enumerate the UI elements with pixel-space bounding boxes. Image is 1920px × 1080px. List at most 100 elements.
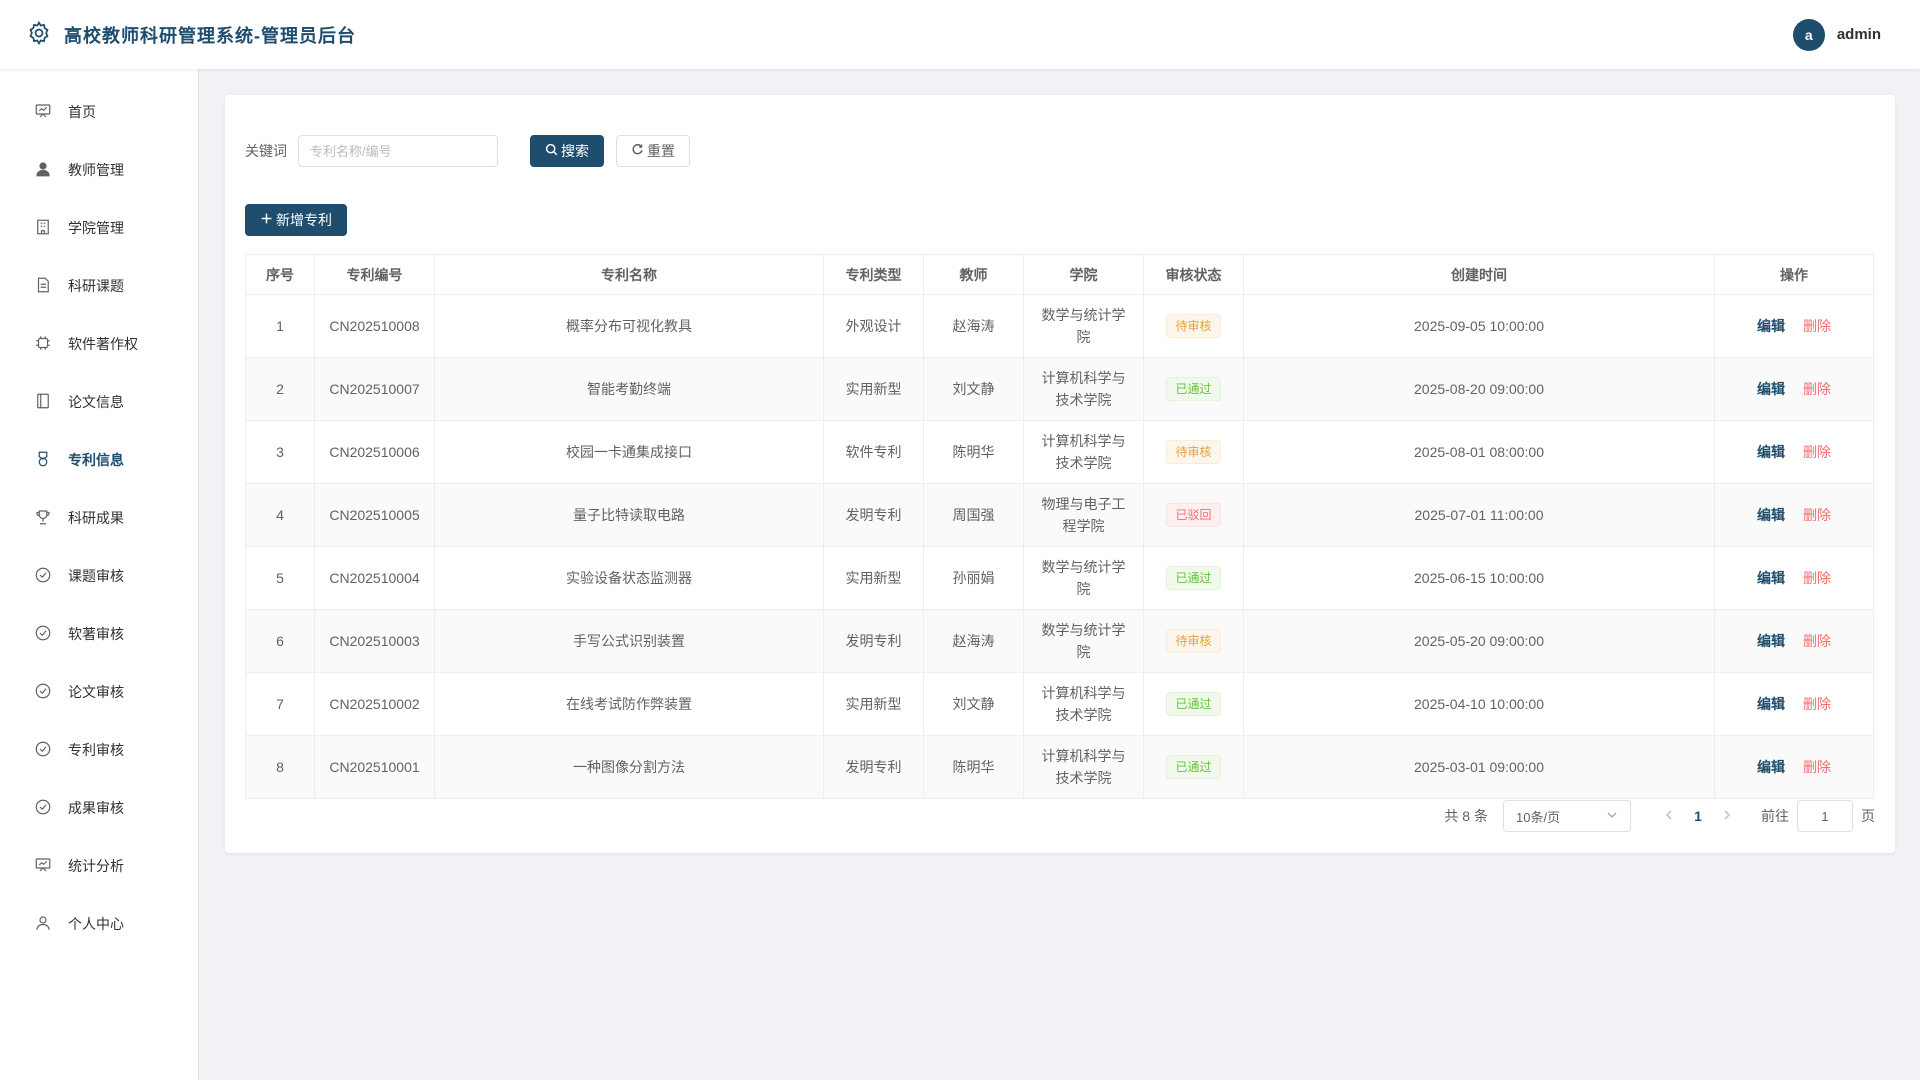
delete-button[interactable]: 删除 [1803,633,1831,649]
cell-created: 2025-09-05 10:00:00 [1243,294,1715,358]
goto-page-input[interactable] [1797,800,1853,832]
column-header-code: 专利编号 [314,254,435,295]
sidebar-item-statistics[interactable]: 统计分析 [0,837,198,895]
sidebar-item-achievements[interactable]: 科研成果 [0,489,198,547]
cell-created: 2025-07-01 11:00:00 [1243,483,1715,547]
cell-index: 2 [245,357,315,421]
college-text: 数学与统计学院 [1041,307,1126,345]
delete-button[interactable]: 删除 [1803,570,1831,586]
cell-actions: 编辑 删除 [1714,735,1874,799]
cell-created: 2025-06-15 10:00:00 [1243,546,1715,610]
cell-teacher: 刘文静 [923,357,1024,421]
sidebar-item-patent-review[interactable]: 专利审核 [0,721,198,779]
sidebar-item-teachers[interactable]: 教师管理 [0,141,198,199]
notebook-icon [34,392,52,413]
cell-college: 数学与统计学院 [1023,546,1144,610]
edit-button[interactable]: 编辑 [1757,444,1785,460]
sidebar-item-paper-review[interactable]: 论文审核 [0,663,198,721]
cell-created: 2025-08-01 08:00:00 [1243,420,1715,484]
edit-button[interactable]: 编辑 [1757,696,1785,712]
sidebar-item-papers[interactable]: 论文信息 [0,373,198,431]
document-icon [34,276,52,297]
refresh-icon [631,143,644,159]
sidebar-item-achievement-review[interactable]: 成果审核 [0,779,198,837]
college-text: 计算机科学与技术学院 [1041,370,1126,408]
cell-type: 外观设计 [823,294,924,358]
sidebar-item-patents[interactable]: 专利信息 [0,431,198,489]
delete-button[interactable]: 删除 [1803,318,1831,334]
status-badge: 待审核 [1166,314,1221,338]
page-number-current[interactable]: 1 [1683,808,1713,824]
sidebar-item-software-review[interactable]: 软著审核 [0,605,198,663]
status-badge: 已通过 [1166,566,1221,590]
delete-button[interactable]: 删除 [1803,381,1831,397]
delete-button[interactable]: 删除 [1803,507,1831,523]
add-patent-button[interactable]: 新增专利 [245,204,347,236]
sidebar-item-project-review[interactable]: 课题审核 [0,547,198,605]
sidebar-item-profile[interactable]: 个人中心 [0,895,198,953]
edit-button[interactable]: 编辑 [1757,759,1785,775]
prev-page-button[interactable] [1655,808,1683,824]
college-text: 计算机科学与技术学院 [1041,748,1126,786]
presentation-icon [34,856,52,877]
delete-button[interactable]: 删除 [1803,696,1831,712]
user-menu[interactable]: a admin [1792,18,1881,51]
top-bar: 高校教师科研管理系统-管理员后台 a admin [0,0,1920,69]
table-row: 5 CN202510004 实验设备状态监测器 实用新型 孙丽娟 数学与统计学院 已通过 20… [245,546,1874,610]
circle-check-icon [34,740,52,761]
cell-actions: 编辑 删除 [1714,294,1874,358]
college-text: 计算机科学与技术学院 [1041,433,1126,471]
next-page-button[interactable] [1713,808,1741,824]
edit-button[interactable]: 编辑 [1757,381,1785,397]
cell-teacher: 陈明华 [923,420,1024,484]
table-row: 6 CN202510003 手写公式识别装置 发明专利 赵海涛 数学与统计学院 待审核 202… [245,609,1874,673]
circle-check-icon [34,682,52,703]
medal-icon [34,450,52,471]
reset-button[interactable]: 重置 [616,135,690,167]
username[interactable]: admin [1837,26,1881,43]
cell-name: 智能考勤终端 [434,357,824,421]
sidebar-item-label: 成果审核 [68,800,124,816]
edit-button[interactable]: 编辑 [1757,507,1785,523]
edit-button[interactable]: 编辑 [1757,318,1785,334]
reset-button-label: 重置 [647,143,675,159]
sidebar-item-projects[interactable]: 科研课题 [0,257,198,315]
sidebar-item-colleges[interactable]: 学院管理 [0,199,198,257]
delete-button[interactable]: 删除 [1803,444,1831,460]
cell-index: 3 [245,420,315,484]
cell-college: 计算机科学与技术学院 [1023,672,1144,736]
status-badge: 已通过 [1166,377,1221,401]
search-button[interactable]: 搜索 [530,135,604,167]
cell-teacher: 赵海涛 [923,294,1024,358]
avatar[interactable]: a [1792,18,1825,51]
column-header-status: 审核状态 [1143,254,1244,295]
sidebar-item-label: 科研成果 [68,510,124,526]
sidebar-item-label: 专利审核 [68,742,124,758]
chevron-right-icon [1721,808,1733,824]
add-patent-label: 新增专利 [276,212,332,228]
search-bar: 关键词 搜索 重置 [245,135,1875,167]
sidebar-item-software-copyright[interactable]: 软件著作权 [0,315,198,373]
cell-status: 待审核 [1143,609,1244,673]
cell-code: CN202510002 [314,672,435,736]
column-header-teacher: 教师 [923,254,1024,295]
sidebar-item-home[interactable]: 首页 [0,83,198,141]
status-badge: 已驳回 [1166,503,1221,527]
table-row: 4 CN202510005 量子比特读取电路 发明专利 周国强 物理与电子工程学院 已驳回 2… [245,483,1874,547]
cell-index: 7 [245,672,315,736]
cell-college: 数学与统计学院 [1023,294,1144,358]
page-size-select[interactable]: 10条/页 [1503,800,1631,832]
table-row: 2 CN202510007 智能考勤终端 实用新型 刘文静 计算机科学与技术学院 已通过 20… [245,357,1874,421]
cell-type: 实用新型 [823,546,924,610]
cell-index: 6 [245,609,315,673]
delete-button[interactable]: 删除 [1803,759,1831,775]
cell-name: 在线考试防作弊装置 [434,672,824,736]
cell-code: CN202510007 [314,357,435,421]
dashboard-icon [34,102,52,123]
keyword-input[interactable] [298,135,498,167]
page-jumper: 前往 页 [1761,800,1875,832]
edit-button[interactable]: 编辑 [1757,633,1785,649]
circle-check-icon [34,624,52,645]
sidebar-item-label: 首页 [68,104,96,120]
edit-button[interactable]: 编辑 [1757,570,1785,586]
